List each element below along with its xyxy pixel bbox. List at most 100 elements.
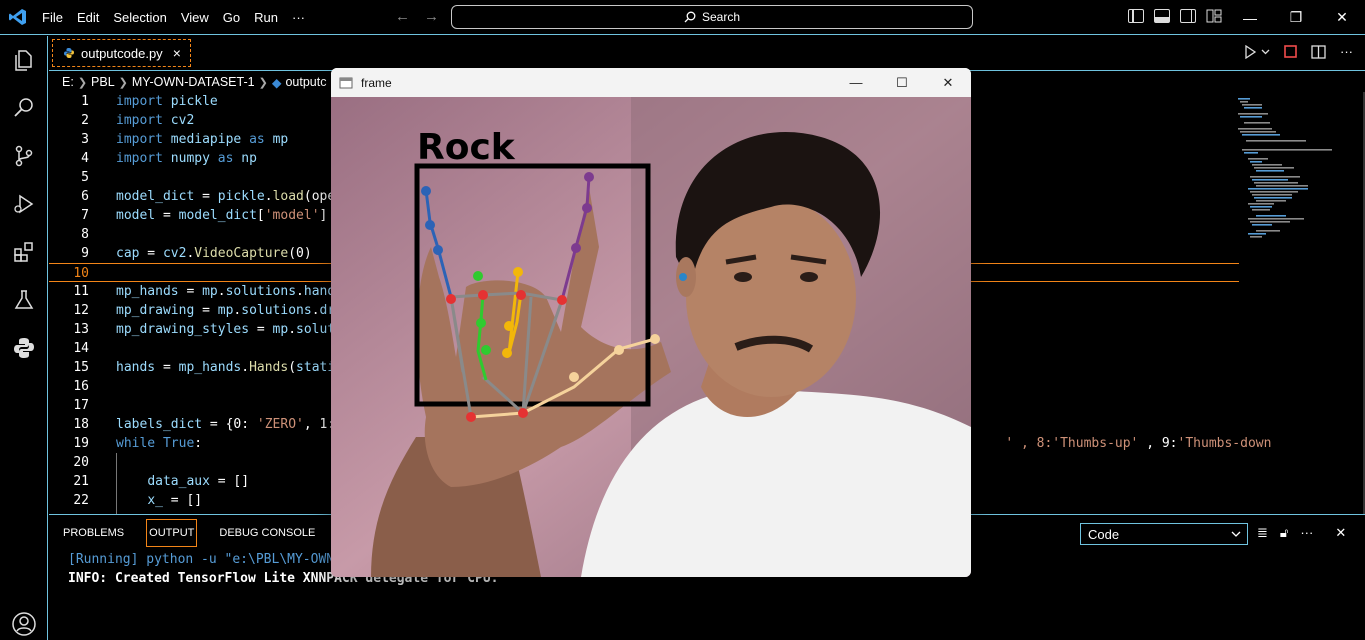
code-token: labels_dict: [116, 417, 203, 432]
tab-problems[interactable]: PROBLEMS: [61, 519, 126, 547]
line-number: 5: [81, 170, 89, 185]
breadcrumb-file[interactable]: outputc: [285, 75, 326, 89]
breadcrumb-dataset[interactable]: MY-OWN-DATASET-1: [132, 75, 255, 89]
search-view-icon[interactable]: [0, 84, 48, 132]
explorer-icon[interactable]: [0, 36, 48, 84]
code-token: :: [194, 436, 203, 451]
code-token: Hands: [249, 360, 289, 375]
tab-debug-console[interactable]: DEBUG CONSOLE: [217, 519, 317, 547]
close-panel-icon[interactable]: ✕: [1335, 525, 1346, 541]
line-number: 9: [81, 246, 89, 261]
tab-close-icon[interactable]: ×: [173, 45, 181, 61]
indent-guide: [116, 453, 117, 514]
breadcrumb-drive[interactable]: E:: [62, 75, 74, 89]
testing-flask-icon[interactable]: [0, 276, 48, 324]
code-token: data_aux: [147, 474, 210, 489]
line-number: 16: [73, 379, 89, 394]
code-token: = []: [162, 493, 203, 508]
minimap-line: [1250, 236, 1262, 238]
menu-selection[interactable]: Selection: [106, 0, 173, 35]
command-center-search[interactable]: Search: [451, 5, 973, 29]
more-actions-icon[interactable]: ···: [1300, 525, 1313, 541]
minimap-line: [1254, 167, 1294, 169]
line-number: 20: [73, 455, 89, 470]
close-icon[interactable]: ✕: [1319, 0, 1365, 35]
extensions-icon[interactable]: [0, 228, 48, 276]
line-number: 10: [73, 266, 89, 281]
menu-view[interactable]: View: [174, 0, 216, 35]
code-token: import: [116, 151, 163, 166]
code-token: mp: [272, 322, 289, 337]
line-code: import numpy as np: [116, 149, 257, 168]
frame-window-title: frame: [361, 75, 392, 90]
frame-window[interactable]: frame — ☐ ✕ Rock: [331, 68, 971, 577]
toggle-primary-sidebar-icon[interactable]: [1128, 9, 1144, 23]
close-icon[interactable]: ✕: [925, 68, 971, 97]
source-control-icon[interactable]: [0, 132, 48, 180]
code-token: stati: [296, 360, 336, 375]
menu-run[interactable]: Run: [247, 0, 285, 35]
line-number: 7: [81, 208, 89, 223]
activity-bar: [0, 36, 48, 640]
toggle-secondary-sidebar-icon[interactable]: [1180, 9, 1196, 23]
code-token: .: [288, 322, 297, 337]
minimap-line: [1248, 158, 1268, 160]
vscode-logo-icon: [0, 0, 35, 35]
lock-scroll-icon[interactable]: 🔓︎: [1280, 525, 1288, 541]
tab-output[interactable]: OUTPUT: [146, 519, 198, 547]
split-editor-icon[interactable]: [1311, 44, 1326, 59]
code-token: import: [116, 132, 163, 147]
customize-layout-icon[interactable]: [1206, 9, 1222, 23]
minimap-line: [1246, 140, 1306, 142]
code-token: cap: [116, 246, 140, 261]
minimap-line: [1238, 113, 1268, 115]
restore-icon[interactable]: ❐: [1273, 0, 1319, 35]
more-actions-icon[interactable]: ···: [1340, 44, 1353, 59]
minimap-line: [1252, 164, 1282, 166]
menu-go[interactable]: Go: [216, 0, 247, 35]
breadcrumb-pbl[interactable]: PBL: [91, 75, 115, 89]
minimap-line: [1256, 200, 1286, 202]
code-token: =: [155, 360, 179, 375]
stop-icon[interactable]: [1284, 45, 1297, 58]
minimize-icon[interactable]: —: [833, 68, 879, 97]
line-number: 2: [81, 113, 89, 128]
line-code: mp_hands = mp.solutions.hand: [116, 282, 335, 301]
minimize-icon[interactable]: —: [1227, 0, 1273, 35]
output-channel-select[interactable]: Code: [1080, 523, 1248, 545]
forward-arrow-icon[interactable]: →: [424, 8, 439, 25]
clear-output-icon[interactable]: ≣: [1257, 525, 1268, 541]
menu-bar: File Edit Selection View Go Run ···: [35, 0, 312, 35]
menu-file[interactable]: File: [35, 0, 70, 35]
toggle-panel-icon[interactable]: [1154, 9, 1170, 23]
minimap-line: [1254, 197, 1292, 199]
line-code: labels_dict = {0: 'ZERO', 1:: [116, 415, 335, 434]
run-dropdown-icon[interactable]: [1261, 49, 1270, 55]
menu-more[interactable]: ···: [285, 0, 312, 35]
code-token: x_: [147, 493, 163, 508]
minimap-line: [1252, 179, 1288, 181]
line-code: model_dict = pickle.load(ope: [116, 187, 335, 206]
code-token: =: [155, 208, 179, 223]
account-icon[interactable]: [0, 600, 48, 640]
maximize-icon[interactable]: ☐: [879, 68, 925, 97]
back-arrow-icon[interactable]: ←: [395, 8, 410, 25]
frame-window-titlebar[interactable]: frame — ☐ ✕: [331, 68, 971, 97]
code-token: .: [311, 303, 320, 318]
run-file-icon[interactable]: [1243, 44, 1257, 59]
minimap-line: [1240, 101, 1248, 103]
line-number: 12: [73, 303, 89, 318]
tab-outputcode[interactable]: outputcode.py ×: [52, 39, 191, 67]
minimap[interactable]: [1234, 92, 1364, 514]
run-debug-icon[interactable]: [0, 180, 48, 228]
minimap-line: [1254, 182, 1298, 184]
line-code: import pickle: [116, 92, 218, 111]
editor-tabs: outputcode.py × ···: [49, 36, 1365, 71]
line-number: 22: [73, 493, 89, 508]
code-token: 'model': [264, 208, 320, 223]
menu-edit[interactable]: Edit: [70, 0, 106, 35]
python-icon[interactable]: [0, 324, 48, 372]
